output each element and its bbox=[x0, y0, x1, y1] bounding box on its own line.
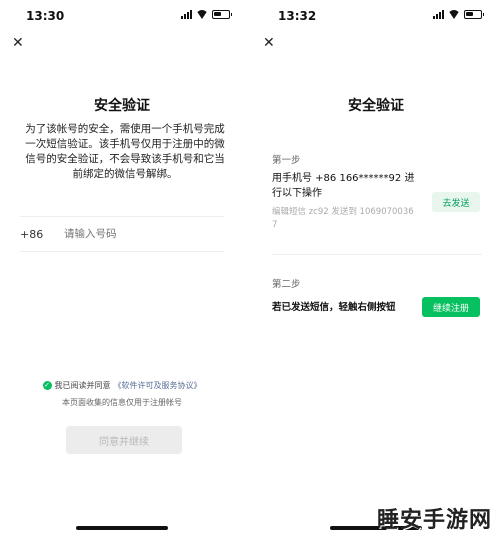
phone-input[interactable] bbox=[64, 228, 204, 240]
phone-number-row: +86 bbox=[20, 216, 224, 252]
signal-icon bbox=[433, 10, 444, 19]
page-title: 安全验证 bbox=[348, 98, 404, 114]
screen-left: 13:30 ✕ 安全验证 为了该帐号的安全，需使用一个手机号完成一次短信验证。该… bbox=[0, 0, 244, 538]
screen-gap bbox=[244, 0, 252, 538]
status-time: 13:32 bbox=[278, 9, 317, 23]
watermark: 睡安手游网 bbox=[376, 508, 492, 533]
battery-icon bbox=[212, 10, 232, 19]
agreement-prefix: 我已阅读并同意 bbox=[54, 381, 111, 390]
close-icon[interactable]: ✕ bbox=[12, 36, 24, 50]
country-code[interactable]: +86 bbox=[20, 228, 64, 241]
privacy-note: 本页面收集的信息仅用于注册帐号 bbox=[62, 398, 182, 407]
wifi-icon bbox=[196, 10, 208, 19]
send-sms-button[interactable]: 去发送 bbox=[432, 192, 480, 212]
status-icons bbox=[433, 10, 484, 19]
step1-label: 第一步 bbox=[272, 155, 301, 166]
step1-instruction: 用手机号 +86 166******92 进行以下操作 bbox=[272, 173, 415, 199]
signal-icon bbox=[181, 10, 192, 19]
battery-icon bbox=[464, 10, 484, 19]
step2-label: 第二步 bbox=[272, 279, 301, 290]
page-title: 安全验证 bbox=[94, 98, 150, 114]
close-icon[interactable]: ✕ bbox=[263, 36, 275, 50]
agreement-link[interactable]: 《软件许可及服务协议》 bbox=[114, 380, 202, 391]
continue-register-button[interactable]: 继续注册 bbox=[422, 297, 480, 317]
screen-right: 13:32 ✕ 安全验证 第一步 用手机号 +86 166******92 进行… bbox=[252, 0, 500, 538]
checkbox-checked-icon[interactable]: ✓ bbox=[42, 381, 52, 390]
agree-continue-button[interactable]: 同意并继续 bbox=[66, 426, 182, 454]
step2-instruction: 若已发送短信，轻触右侧按钮 bbox=[272, 302, 396, 313]
divider bbox=[272, 254, 482, 255]
agreement-row: ✓ 我已阅读并同意 《软件许可及服务协议》 bbox=[0, 380, 244, 391]
status-time: 13:30 bbox=[26, 9, 65, 23]
home-indicator bbox=[76, 526, 168, 530]
status-icons bbox=[181, 10, 232, 19]
verification-description: 为了该帐号的安全，需使用一个手机号完成一次短信验证。该手机号仅用于注册中的微信号… bbox=[25, 123, 225, 180]
wifi-icon bbox=[448, 10, 460, 19]
step1-sms-detail: 编辑短信 zc92 发送到 10690700367 bbox=[272, 207, 414, 230]
